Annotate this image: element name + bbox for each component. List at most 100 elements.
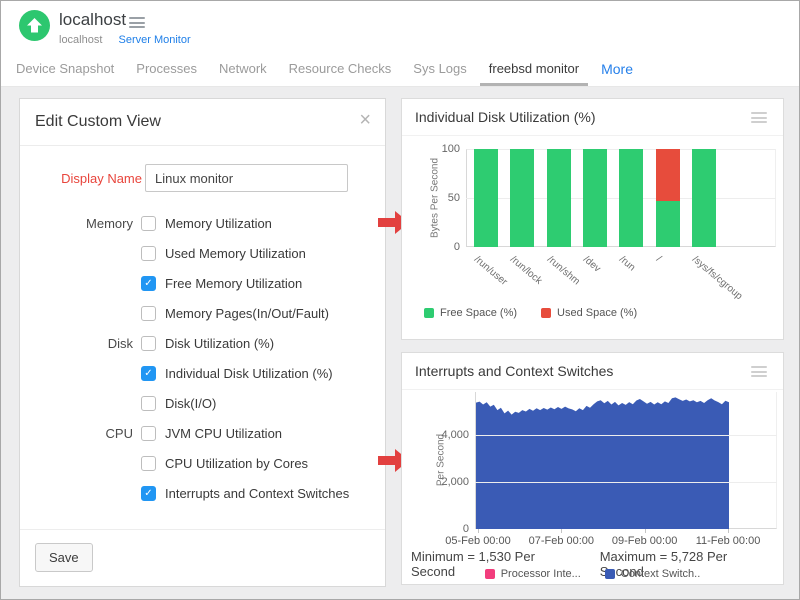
option-label[interactable]: CPU Utilization by Cores bbox=[165, 456, 308, 471]
dialog-footer: Save bbox=[20, 529, 385, 587]
checkbox-used-memory-utilization[interactable] bbox=[141, 246, 156, 261]
chart-legend: Processor Inte... Context Switch.. bbox=[402, 568, 783, 580]
disk-utilization-card: Individual Disk Utilization (%) Bytes Pe… bbox=[401, 98, 784, 340]
server-monitor-screen: localhost localhost Server Monitor Devic… bbox=[0, 0, 800, 600]
save-button[interactable]: Save bbox=[35, 543, 93, 572]
gridline bbox=[475, 482, 777, 483]
legend-label: Free Space (%) bbox=[440, 307, 517, 319]
card-header: Interrupts and Context Switches bbox=[402, 353, 783, 390]
checkbox-free-memory-utilization[interactable]: ✓ bbox=[141, 276, 156, 291]
breadcrumb-host: localhost bbox=[59, 34, 102, 46]
card-header: Individual Disk Utilization (%) bbox=[402, 99, 783, 136]
option-row-disk-utilization: Disk Disk Utilization (%) bbox=[20, 328, 385, 358]
option-label[interactable]: Disk(I/O) bbox=[165, 396, 216, 411]
checkbox-jvm-cpu-utilization[interactable] bbox=[141, 426, 156, 441]
checkbox-disk-utilization[interactable] bbox=[141, 336, 156, 351]
option-label[interactable]: Individual Disk Utilization (%) bbox=[165, 366, 333, 381]
x-tick-mark bbox=[728, 529, 729, 533]
y-tick-label: 2,000 bbox=[429, 476, 469, 488]
app-header: localhost localhost Server Monitor bbox=[1, 1, 799, 53]
x-tick-mark bbox=[478, 529, 479, 533]
legend-swatch bbox=[424, 308, 434, 318]
option-row-memory-pages-in-out-fault: Memory Pages(In/Out/Fault) bbox=[20, 298, 385, 328]
option-label[interactable]: Free Memory Utilization bbox=[165, 276, 302, 291]
checkbox-memory-utilization[interactable] bbox=[141, 216, 156, 231]
bar-free-space-run-lock[interactable] bbox=[510, 149, 534, 247]
bar-free-space-run-shm[interactable] bbox=[547, 149, 571, 247]
y-tick-label: 100 bbox=[420, 143, 460, 155]
chart-legend: Free Space (%) Used Space (%) bbox=[424, 307, 637, 319]
bar-free-space-sys-fs-cgroup[interactable] bbox=[692, 149, 716, 247]
y-tick-label: 0 bbox=[420, 241, 460, 253]
y-tick-label: 50 bbox=[420, 192, 460, 204]
breadcrumb: localhost Server Monitor bbox=[59, 34, 191, 46]
breadcrumb-server-monitor-link[interactable]: Server Monitor bbox=[118, 34, 190, 46]
legend-label: Context Switch.. bbox=[621, 568, 700, 580]
x-tick-mark bbox=[561, 529, 562, 533]
x-category-label: /run/lock bbox=[508, 254, 544, 287]
bar-free-space-[interactable] bbox=[656, 201, 680, 247]
checkbox-memory-pages-in-out-fault[interactable] bbox=[141, 306, 156, 321]
x-tick-label: 09-Feb 00:00 bbox=[603, 535, 687, 547]
metric-options-list: MemoryMemory UtilizationUsed Memory Util… bbox=[20, 208, 385, 508]
legend-item-context-switch[interactable]: Context Switch.. bbox=[605, 568, 700, 580]
x-category-label: /sys/fs/cgroup bbox=[690, 254, 744, 302]
chart-title: Interrupts and Context Switches bbox=[415, 363, 613, 379]
x-tick-label: 07-Feb 00:00 bbox=[519, 535, 603, 547]
option-label[interactable]: Memory Utilization bbox=[165, 216, 272, 231]
legend-item-used-space[interactable]: Used Space (%) bbox=[541, 307, 637, 319]
tab-sys-logs[interactable]: Sys Logs bbox=[402, 53, 477, 86]
bar-used-space-[interactable] bbox=[656, 149, 680, 201]
tab-processes[interactable]: Processes bbox=[125, 53, 208, 86]
bar-free-space-run-user[interactable] bbox=[474, 149, 498, 247]
option-row-disk-i-o: Disk(I/O) bbox=[20, 388, 385, 418]
area-chart-plot bbox=[475, 392, 777, 529]
page-title: localhost bbox=[59, 10, 126, 30]
chart-menu-icon[interactable] bbox=[751, 112, 767, 123]
tab-resource-checks[interactable]: Resource Checks bbox=[278, 53, 403, 86]
option-label[interactable]: Disk Utilization (%) bbox=[165, 336, 274, 351]
option-label[interactable]: Used Memory Utilization bbox=[165, 246, 306, 261]
area-polygon bbox=[476, 397, 729, 529]
option-row-jvm-cpu-utilization: CPUJVM CPU Utilization bbox=[20, 418, 385, 448]
bar-free-space-run[interactable] bbox=[619, 149, 643, 247]
x-tick-mark bbox=[645, 529, 646, 533]
header-menu-icon[interactable] bbox=[129, 17, 145, 28]
checkbox-interrupts-and-context-switches[interactable]: ✓ bbox=[141, 486, 156, 501]
chart-title: Individual Disk Utilization (%) bbox=[415, 109, 596, 125]
group-label-disk: Disk bbox=[20, 336, 133, 351]
legend-item-free-space[interactable]: Free Space (%) bbox=[424, 307, 517, 319]
display-name-input[interactable] bbox=[145, 164, 348, 192]
option-row-individual-disk-utilization: ✓ Individual Disk Utilization (%) bbox=[20, 358, 385, 388]
monitor-status-up-icon bbox=[19, 10, 50, 41]
checkbox-disk-i-o[interactable] bbox=[141, 396, 156, 411]
option-label[interactable]: Memory Pages(In/Out/Fault) bbox=[165, 306, 329, 321]
dialog-header: Edit Custom View × bbox=[20, 99, 385, 146]
checkbox-individual-disk-utilization[interactable]: ✓ bbox=[141, 366, 156, 381]
x-category-label: /run bbox=[617, 254, 637, 274]
legend-item-processor-inte[interactable]: Processor Inte... bbox=[485, 568, 581, 580]
tab-device-snapshot[interactable]: Device Snapshot bbox=[5, 53, 125, 86]
tab-freebsd-monitor[interactable]: freebsd monitor bbox=[478, 53, 590, 86]
display-name-row: Display Name bbox=[20, 164, 385, 194]
gridline bbox=[475, 435, 777, 436]
option-label[interactable]: Interrupts and Context Switches bbox=[165, 486, 349, 501]
tab-bar: Device SnapshotProcessesNetworkResource … bbox=[1, 53, 799, 87]
chart-menu-icon[interactable] bbox=[751, 366, 767, 377]
option-label[interactable]: JVM CPU Utilization bbox=[165, 426, 282, 441]
tab-network[interactable]: Network bbox=[208, 53, 278, 86]
x-category-label: /run/user bbox=[472, 254, 509, 288]
legend-label: Used Space (%) bbox=[557, 307, 637, 319]
edit-custom-view-dialog: Edit Custom View × Display Name MemoryMe… bbox=[19, 98, 386, 587]
display-name-label: Display Name bbox=[20, 171, 142, 186]
checkbox-cpu-utilization-by-cores[interactable] bbox=[141, 456, 156, 471]
legend-swatch bbox=[605, 569, 615, 579]
close-icon[interactable]: × bbox=[359, 110, 371, 130]
option-row-free-memory-utilization: ✓ Free Memory Utilization bbox=[20, 268, 385, 298]
dialog-title: Edit Custom View bbox=[35, 113, 161, 131]
x-tick-label: 05-Feb 00:00 bbox=[436, 535, 520, 547]
y-tick-label: 0 bbox=[429, 523, 469, 535]
bar-free-space-dev[interactable] bbox=[583, 149, 607, 247]
tab-more[interactable]: More bbox=[590, 53, 644, 86]
x-category-label: /dev bbox=[581, 254, 603, 275]
